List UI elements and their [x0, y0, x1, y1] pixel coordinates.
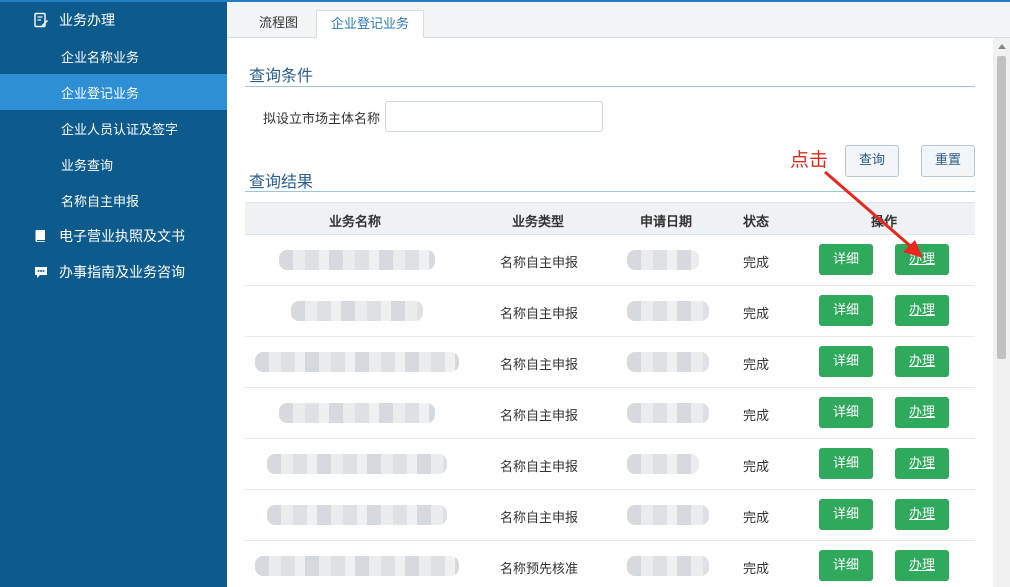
table-row: 名称自主申报 完成 详细 办理 [245, 490, 975, 541]
status-cell: 完成 [743, 409, 770, 424]
detail-button[interactable]: 详细 [819, 550, 873, 581]
sidebar-item-business-query[interactable]: 业务查询 [0, 146, 227, 182]
click-annotation: 点击 [790, 149, 829, 171]
sidebar-item-registration-business[interactable]: 企业登记业务 [0, 74, 227, 110]
sidebar-item-label: 名称自主申报 [61, 194, 140, 210]
tab-bar: 流程图 企业登记业务 [227, 2, 1010, 38]
detail-button[interactable]: 详细 [819, 448, 873, 479]
handle-button[interactable]: 办理 [895, 397, 949, 428]
sidebar-group-label: 办事指南及业务咨询 [59, 265, 185, 281]
column-header-actions: 操作 [871, 215, 898, 230]
sidebar-item-name-business[interactable]: 企业名称业务 [0, 38, 227, 74]
search-button[interactable]: 查询 [845, 145, 899, 177]
status-cell: 完成 [743, 511, 770, 526]
redacted-business-name [255, 352, 459, 372]
business-type-cell: 名称自主申报 [500, 511, 579, 526]
column-header-business-type: 业务类型 [512, 215, 565, 230]
sidebar-group-e-license[interactable]: 电子营业执照及文书 [0, 218, 227, 254]
redacted-business-name [279, 403, 435, 423]
status-cell: 完成 [743, 358, 770, 373]
scroll-up-arrow-icon[interactable] [998, 44, 1006, 49]
sidebar-group-business[interactable]: 业务办理 [0, 2, 227, 38]
table-row: 名称自主申报 完成 详细 办理 [245, 235, 975, 286]
business-type-cell: 名称自主申报 [500, 358, 579, 373]
business-type-cell: 名称自主申报 [500, 307, 579, 322]
section-divider [245, 191, 975, 192]
status-cell: 完成 [743, 562, 770, 577]
sidebar-item-label: 业务查询 [61, 158, 114, 174]
redacted-apply-date [627, 352, 709, 372]
sidebar-group-guide[interactable]: 办事指南及业务咨询 [0, 254, 227, 290]
status-cell: 完成 [743, 307, 770, 322]
query-conditions-title: 查询条件 [249, 66, 314, 85]
sidebar-group-label: 电子营业执照及文书 [59, 229, 185, 245]
sidebar-item-name-self-declare[interactable]: 名称自主申报 [0, 182, 227, 218]
sidebar-item-label: 企业登记业务 [61, 86, 140, 102]
redacted-apply-date [627, 250, 699, 270]
redacted-apply-date [627, 301, 709, 321]
redacted-apply-date [627, 454, 699, 474]
handle-button[interactable]: 办理 [895, 346, 949, 377]
redacted-business-name [291, 301, 423, 321]
redacted-business-name [255, 556, 459, 576]
table-row: 名称自主申报 完成 详细 办理 [245, 337, 975, 388]
redacted-business-name [267, 505, 447, 525]
sidebar-group-label: 业务办理 [59, 13, 115, 29]
business-type-cell: 名称自主申报 [500, 460, 579, 475]
redacted-business-name [267, 454, 447, 474]
detail-button[interactable]: 详细 [819, 346, 873, 377]
redacted-apply-date [627, 505, 709, 525]
business-type-cell: 名称预先核准 [500, 562, 579, 577]
detail-button[interactable]: 详细 [819, 397, 873, 428]
results-table: 业务名称 业务类型 申请日期 状态 操作 名称自主申报 完成 详细 办理 名称自… [245, 202, 975, 587]
query-results-title: 查询结果 [249, 172, 314, 191]
table-row: 名称预先核准 完成 详细 办理 [245, 541, 975, 587]
column-header-status: 状态 [743, 215, 770, 230]
handle-button[interactable]: 办理 [895, 499, 949, 530]
sidebar: 业务办理 企业名称业务 企业登记业务 企业人员认证及签字 业务查询 名称自主申报… [0, 2, 227, 587]
column-header-business-name: 业务名称 [329, 215, 382, 230]
vertical-scrollbar[interactable] [993, 38, 1010, 587]
edit-document-icon [33, 12, 49, 28]
status-cell: 完成 [743, 460, 770, 475]
tab-enterprise-registration[interactable]: 企业登记业务 [316, 10, 425, 38]
table-row: 名称自主申报 完成 详细 办理 [245, 388, 975, 439]
main-content: 流程图 企业登记业务 查询条件 拟设立市场主体名称 点击 查询 重置 查询结果 … [227, 2, 1010, 587]
redacted-apply-date [627, 403, 709, 423]
status-cell: 完成 [743, 256, 770, 271]
business-type-cell: 名称自主申报 [500, 256, 579, 271]
tab-flowchart[interactable]: 流程图 [245, 10, 312, 38]
handle-button[interactable]: 办理 [895, 295, 949, 326]
handle-button[interactable]: 办理 [895, 244, 949, 275]
sidebar-item-personnel-auth[interactable]: 企业人员认证及签字 [0, 110, 227, 146]
sidebar-item-label: 企业人员认证及签字 [61, 122, 179, 138]
chat-bubble-icon [33, 264, 49, 280]
handle-button[interactable]: 办理 [895, 550, 949, 581]
book-icon [33, 228, 49, 244]
section-divider [245, 86, 975, 87]
detail-button[interactable]: 详细 [819, 499, 873, 530]
table-header: 业务名称 业务类型 申请日期 状态 操作 [245, 202, 975, 235]
table-row: 名称自主申报 完成 详细 办理 [245, 439, 975, 490]
business-type-cell: 名称自主申报 [500, 409, 579, 424]
entity-name-input[interactable] [385, 101, 603, 132]
reset-button[interactable]: 重置 [921, 145, 975, 177]
sidebar-item-label: 企业名称业务 [61, 50, 140, 66]
redacted-business-name [279, 250, 435, 270]
detail-button[interactable]: 详细 [819, 295, 873, 326]
redacted-apply-date [627, 556, 709, 576]
handle-button[interactable]: 办理 [895, 448, 949, 479]
table-row: 名称自主申报 完成 详细 办理 [245, 286, 975, 337]
entity-name-label: 拟设立市场主体名称 [263, 112, 381, 127]
column-header-apply-date: 申请日期 [640, 215, 693, 230]
scrollbar-thumb[interactable] [997, 56, 1006, 359]
detail-button[interactable]: 详细 [819, 244, 873, 275]
